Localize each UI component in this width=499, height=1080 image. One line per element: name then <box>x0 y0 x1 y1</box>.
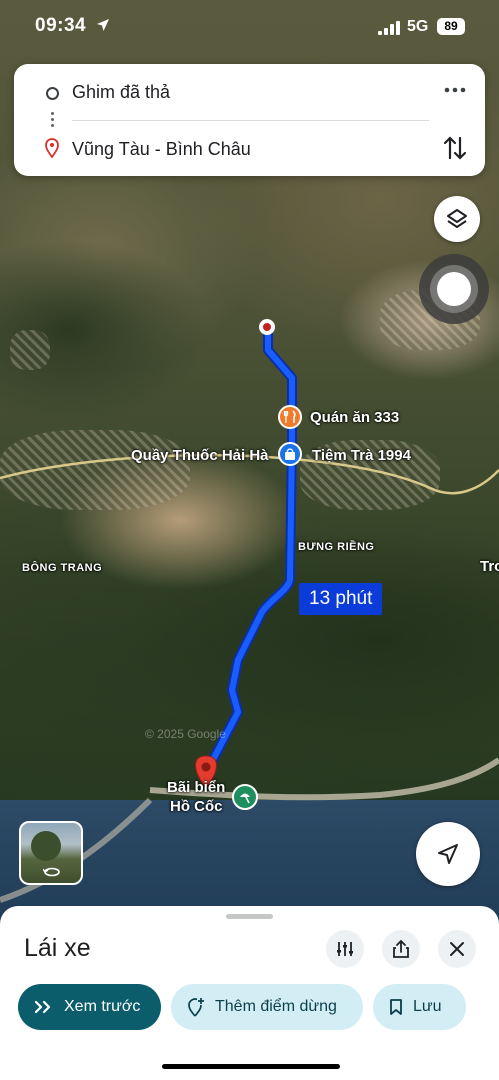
copyright-watermark: © 2025 Google <box>145 727 226 741</box>
close-icon <box>450 942 464 956</box>
route-outline <box>200 325 297 780</box>
route-line <box>202 327 295 778</box>
layers-button[interactable] <box>434 196 480 242</box>
route-dots-icon <box>51 112 54 130</box>
directions-card: Ghim đã thả Vũng Tàu - Bình Châu <box>14 64 485 176</box>
location-arrow-icon <box>97 19 109 31</box>
assistive-touch-ring <box>430 265 478 313</box>
preview-button-label: Xem trước <box>64 998 141 1015</box>
double-chevron-icon <box>34 1000 54 1014</box>
origin-row[interactable]: Ghim đã thả <box>14 72 485 112</box>
cellular-signal-icon <box>378 21 400 35</box>
park-pin[interactable] <box>232 784 258 810</box>
tune-sliders-icon <box>337 942 353 956</box>
drag-handle[interactable] <box>226 914 273 919</box>
travel-mode-title: Lái xe <box>24 934 91 962</box>
divider <box>72 120 429 121</box>
add-location-icon <box>187 997 205 1017</box>
preview-button[interactable]: Xem trước <box>18 984 161 1030</box>
area-label: Tro <box>480 558 499 575</box>
add-stop-label: Thêm điểm dừng <box>215 998 337 1015</box>
shopping-bag-icon <box>285 448 295 460</box>
area-label: BƯNG RIỀNG <box>298 541 375 553</box>
street-view-thumbnail[interactable] <box>19 821 83 885</box>
battery-indicator: 89 <box>437 18 465 35</box>
save-label: Lưu <box>413 998 442 1015</box>
bookmark-icon <box>389 998 403 1016</box>
shop-pin[interactable] <box>278 442 302 466</box>
origin-marker-core <box>263 323 271 331</box>
more-options-icon[interactable] <box>443 78 467 102</box>
origin-circle-icon <box>46 87 59 100</box>
assistive-touch-button[interactable] <box>419 254 489 324</box>
swap-direction-icon[interactable] <box>443 134 467 162</box>
network-type: 5G <box>407 18 429 35</box>
route-duration-badge[interactable]: 13 phút <box>299 583 383 615</box>
layers-icon <box>447 209 467 228</box>
share-button[interactable] <box>382 930 420 968</box>
home-indicator[interactable] <box>162 1064 340 1069</box>
poi-label-pharmacy[interactable]: Quầy Thuốc Hải Hà <box>131 447 269 464</box>
add-stop-button[interactable]: Thêm điểm dừng <box>171 984 363 1030</box>
restaurant-pin[interactable] <box>278 405 302 429</box>
destination-field[interactable]: Vũng Tàu - Bình Châu <box>72 139 251 160</box>
save-button[interactable]: Lưu <box>373 984 466 1030</box>
assistive-touch-core <box>437 272 471 306</box>
destination-label-line2[interactable]: Hồ Cốc <box>170 798 223 815</box>
location-pin-icon <box>45 138 59 158</box>
rotate-360-icon <box>43 867 60 877</box>
close-button[interactable] <box>438 930 476 968</box>
recenter-button[interactable] <box>416 822 480 886</box>
status-time: 09:34 <box>35 15 87 36</box>
poi-label-restaurant[interactable]: Quán ăn 333 <box>310 409 399 426</box>
status-bar: 09:34 5G 89 <box>0 0 499 56</box>
fork-knife-icon <box>283 410 296 423</box>
thumbnail-tree <box>31 831 61 861</box>
poi-label-tea-shop[interactable]: Tiệm Trà 1994 <box>312 447 411 464</box>
area-label: BÔNG TRANG <box>22 562 103 574</box>
beach-umbrella-icon <box>240 793 250 804</box>
route-options-button[interactable] <box>326 930 364 968</box>
bottom-sheet: Lái xe Xem trước Thêm điểm dừng Lưu <box>0 906 499 1080</box>
origin-field[interactable]: Ghim đã thả <box>72 82 170 103</box>
destination-label-line1[interactable]: Bãi biển <box>167 779 225 796</box>
navigation-arrow-icon <box>438 844 458 864</box>
share-icon <box>393 939 409 958</box>
destination-row[interactable]: Vũng Tàu - Bình Châu <box>14 129 485 169</box>
